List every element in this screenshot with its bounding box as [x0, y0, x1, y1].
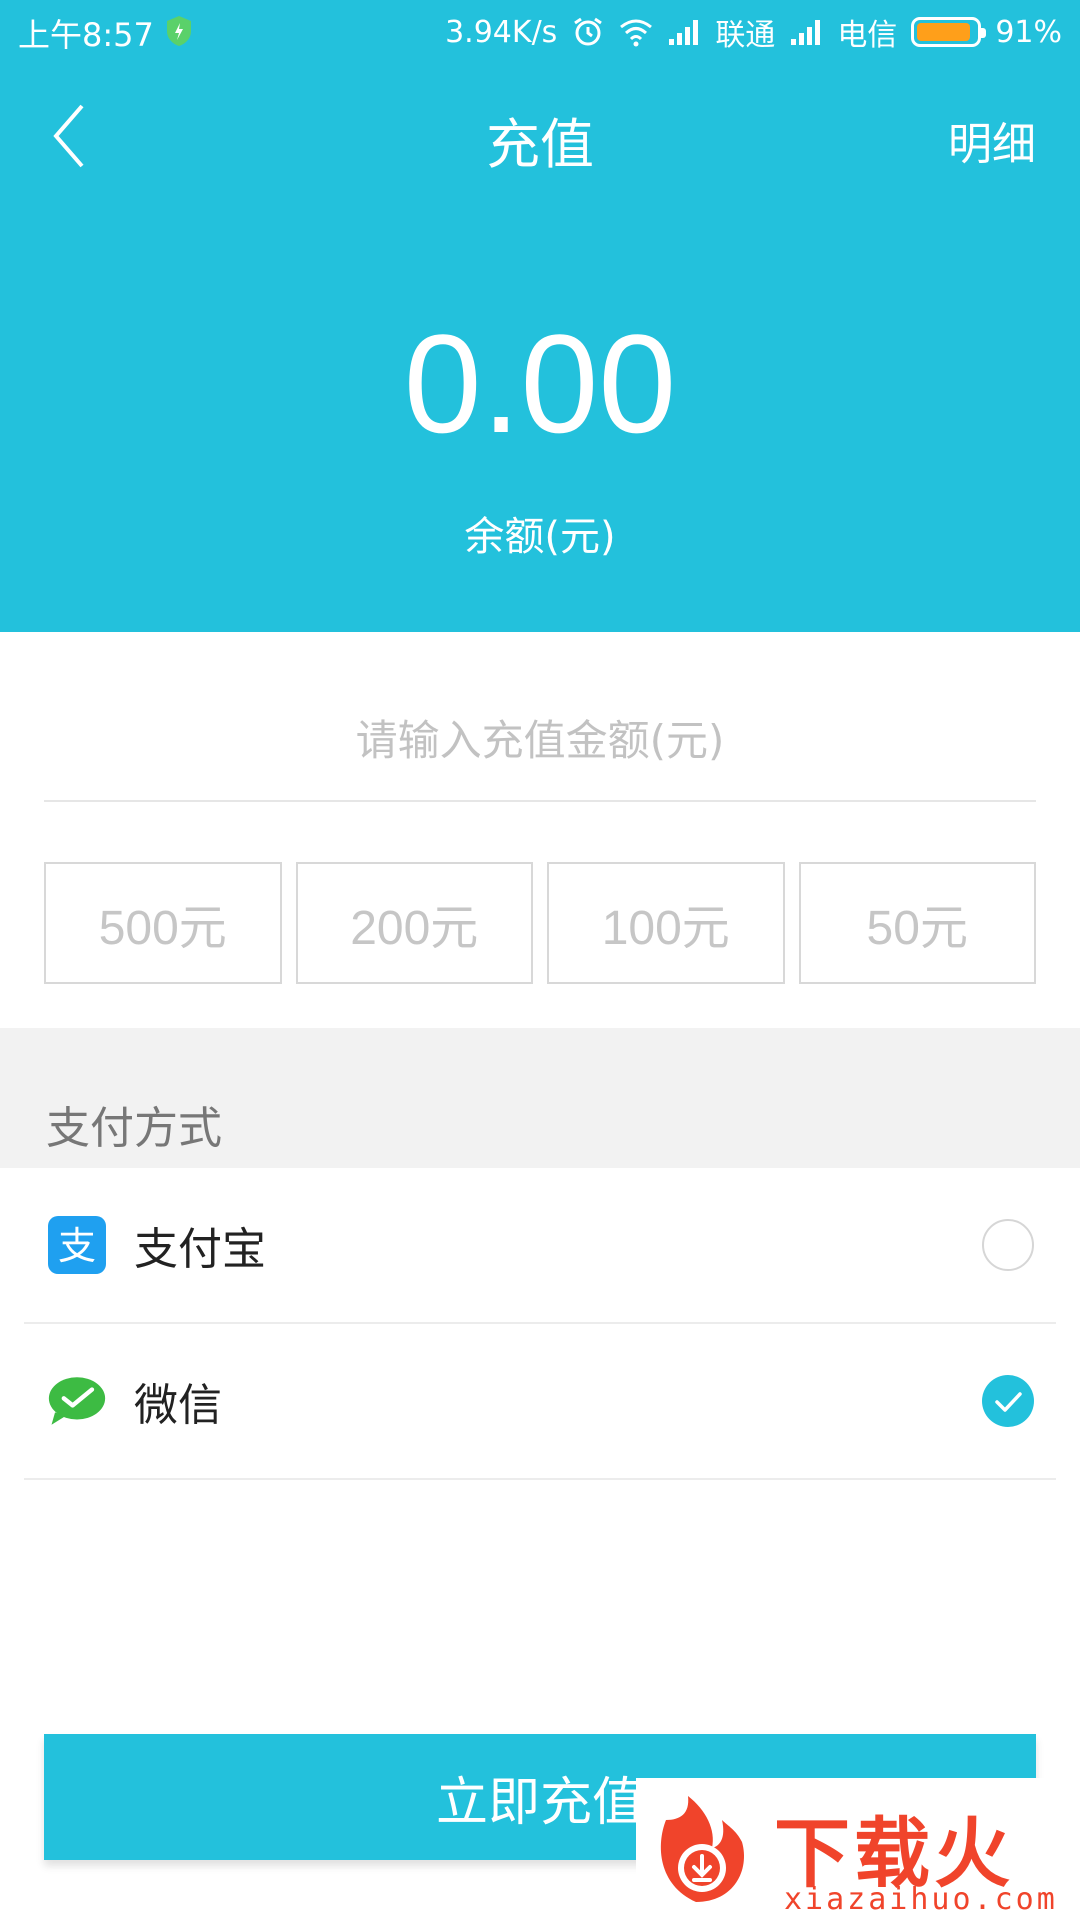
- amount-input[interactable]: [44, 680, 1036, 802]
- balance-header: 充值 明细 0.00 余额(元): [0, 64, 1080, 632]
- payment-section-title: 支付方式: [46, 1103, 222, 1154]
- battery-icon: [911, 17, 987, 47]
- radio-checked-icon[interactable]: [982, 1375, 1034, 1427]
- signal-icon: [669, 20, 699, 45]
- flame-logo-icon: [660, 1796, 745, 1902]
- page-title: 充值: [486, 113, 594, 176]
- balance-amount: 0.00: [403, 305, 677, 462]
- preset-50-button[interactable]: 50元: [798, 862, 1036, 984]
- signal-icon: [791, 20, 821, 45]
- status-bar: 上午8:57 3.94K/s 联通 电信 91%: [0, 0, 1080, 64]
- wifi-icon: [620, 19, 653, 47]
- balance-label: 余额(元): [464, 514, 616, 560]
- watermark-url: xiazaihuo.com: [784, 1882, 1058, 1917]
- shield-icon: [167, 16, 191, 46]
- network-speed: 3.94K/s: [445, 14, 558, 50]
- carrier-1: 联通: [715, 18, 776, 53]
- detail-link[interactable]: 明细: [948, 108, 1036, 172]
- alipay-icon: 支: [48, 1216, 106, 1274]
- payment-option-label: 微信: [134, 1380, 222, 1431]
- svg-text:支: 支: [58, 1224, 96, 1268]
- preset-500-button[interactable]: 500元: [44, 862, 282, 984]
- payment-option-wechat[interactable]: 微信: [24, 1324, 1056, 1480]
- radio-unchecked-icon[interactable]: [982, 1219, 1034, 1271]
- wechat-icon: [48, 1372, 106, 1430]
- alarm-icon: [574, 17, 603, 46]
- payment-section-header: 支付方式: [0, 1028, 1080, 1168]
- carrier-2: 电信: [837, 18, 898, 53]
- status-time: 上午8:57: [18, 16, 154, 54]
- preset-100-button[interactable]: 100元: [547, 862, 785, 984]
- preset-200-button[interactable]: 200元: [295, 862, 533, 984]
- battery-percent: 91%: [995, 14, 1062, 50]
- payment-option-label: 支付宝: [134, 1224, 266, 1275]
- watermark: 下载火 xiazaihuo.com: [636, 1778, 1080, 1920]
- payment-option-alipay[interactable]: 支 支付宝: [24, 1168, 1056, 1324]
- battery-level-fill: [917, 23, 971, 41]
- preset-amounts: 500元 200元 100元 50元: [44, 862, 1036, 984]
